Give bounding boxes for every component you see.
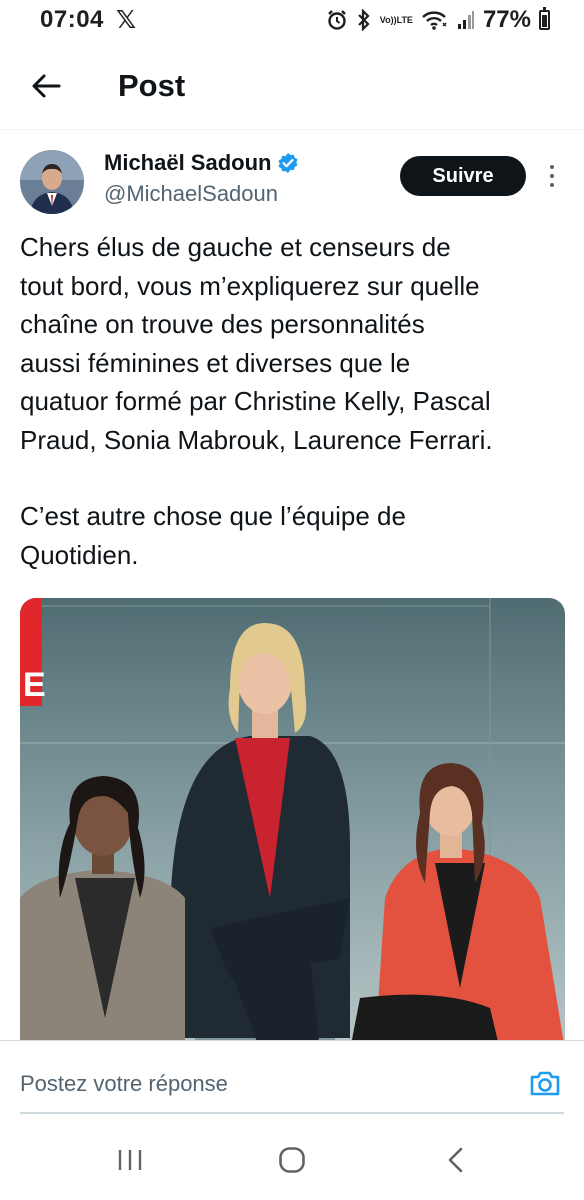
tweet-media-image[interactable]: E	[20, 598, 565, 1050]
home-button[interactable]	[262, 1140, 322, 1180]
reply-bar: Postez votre réponse	[0, 1040, 584, 1118]
reply-input[interactable]: Postez votre réponse	[20, 1071, 228, 1097]
back-button[interactable]	[22, 64, 70, 108]
alarm-icon	[326, 9, 348, 31]
page-title: Post	[118, 68, 186, 103]
arrow-left-icon	[32, 74, 61, 98]
wifi-icon	[421, 9, 449, 31]
follow-button[interactable]: Suivre	[400, 156, 526, 196]
x-logo-icon: 𝕏	[116, 6, 137, 34]
battery-percent: 77%	[482, 6, 531, 33]
camera-icon	[530, 1071, 560, 1096]
status-bar: 07:04 𝕏 Vo)) LTE 77%	[0, 0, 584, 42]
tweet-paragraph: Chers élus de gauche et censeurs de tout…	[20, 232, 493, 455]
media-badge-letter: E	[23, 666, 46, 704]
author-name-row: Michaël Sadoun	[104, 150, 299, 176]
recents-icon	[118, 1150, 142, 1170]
bluetooth-icon	[356, 9, 372, 31]
status-time: 07:04	[40, 6, 104, 33]
signal-icon	[457, 10, 475, 30]
system-nav-bar	[0, 1120, 584, 1200]
verified-badge-icon	[278, 153, 298, 173]
tweet-paragraph: C’est autre chose que l’équipe de Quotid…	[20, 501, 406, 570]
photo-illustration: E	[20, 598, 565, 1050]
volte-icon: Vo)) LTE	[379, 15, 413, 25]
battery-icon	[539, 7, 550, 30]
tweet-text: Chers élus de gauche et censeurs de tout…	[20, 228, 568, 574]
author-name[interactable]: Michaël Sadoun	[104, 150, 271, 176]
top-header: Post	[0, 42, 584, 130]
author-handle[interactable]: @MichaelSadoun	[104, 181, 278, 207]
system-back-button[interactable]	[426, 1140, 486, 1180]
home-icon	[279, 1147, 305, 1173]
status-icons: Vo)) LTE 77%	[326, 4, 550, 36]
back-icon	[448, 1147, 463, 1173]
more-options-icon[interactable]	[540, 158, 564, 194]
avatar[interactable]	[20, 150, 84, 214]
camera-button[interactable]	[526, 1065, 564, 1101]
reply-input-underline	[20, 1112, 564, 1114]
recents-button[interactable]	[100, 1140, 160, 1180]
